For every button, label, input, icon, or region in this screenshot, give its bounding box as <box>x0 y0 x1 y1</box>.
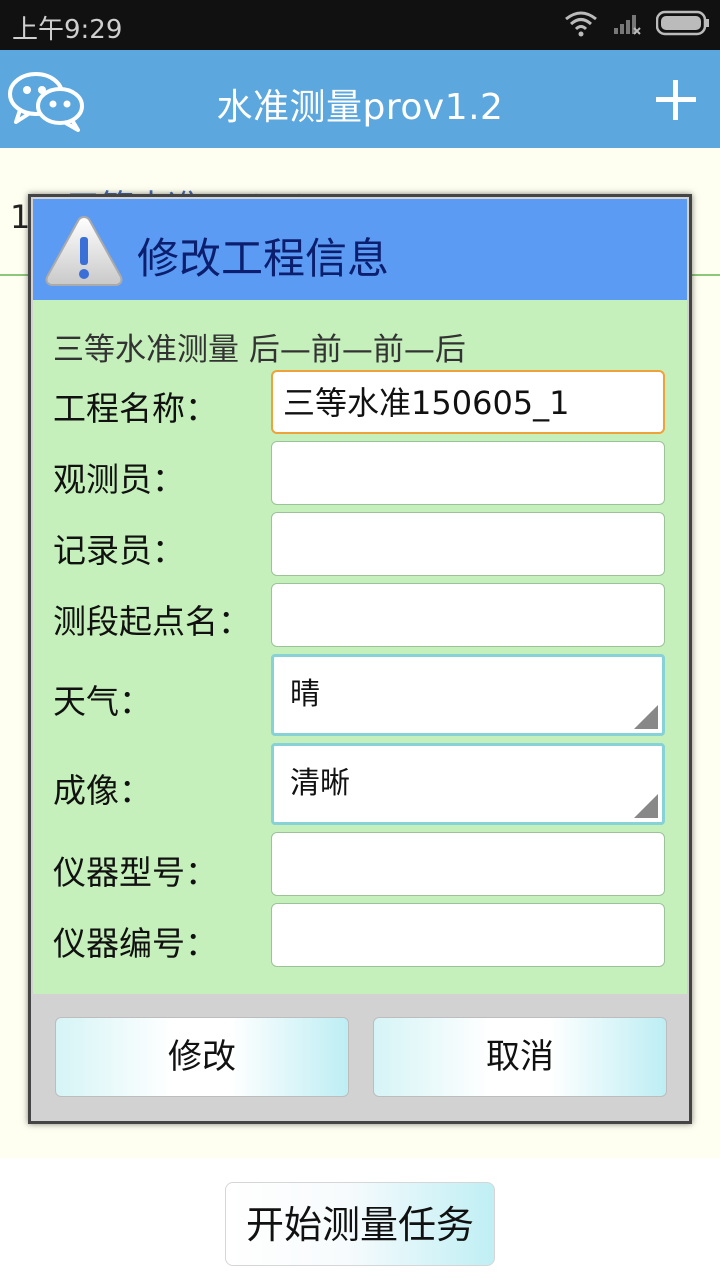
instrument-model-label: 仪器型号： <box>53 853 218 892</box>
dialog-body: 三等水准测量 后—前—前—后 工程名称： 三等水准150605_1 观测员： 记… <box>33 300 687 994</box>
imaging-label: 成像： <box>53 771 152 810</box>
instrument-number-label: 仪器编号： <box>53 924 218 963</box>
weather-value: 晴 <box>290 677 320 712</box>
recorder-label: 记录员： <box>53 531 185 570</box>
weather-label: 天气： <box>53 682 152 721</box>
signal-icon <box>612 10 642 40</box>
wifi-icon <box>564 9 598 41</box>
warning-icon <box>43 213 125 289</box>
edit-project-dialog: 修改工程信息 三等水准测量 后—前—前—后 工程名称： 三等水准150605_1… <box>28 194 692 1124</box>
dropdown-arrow-icon <box>634 794 658 818</box>
project-name-label: 工程名称： <box>53 389 218 428</box>
dialog-header: 修改工程信息 <box>33 199 687 300</box>
status-bar: 上午9:29 <box>0 0 720 50</box>
imaging-spinner[interactable]: 清晰 <box>271 743 665 825</box>
start-task-button[interactable]: 开始测量任务 <box>225 1182 495 1266</box>
instrument-model-input[interactable] <box>271 832 665 896</box>
imaging-value: 清晰 <box>290 766 350 801</box>
plus-icon[interactable] <box>654 78 698 122</box>
dropdown-arrow-icon <box>634 705 658 729</box>
cancel-button[interactable]: 取消 <box>373 1017 667 1097</box>
dialog-subtitle: 三等水准测量 后—前—前—后 <box>53 332 466 368</box>
start-point-input[interactable] <box>271 583 665 647</box>
dialog-title: 修改工程信息 <box>137 234 390 283</box>
app-bar: 水准测量prov1.2 <box>0 50 720 148</box>
observer-label: 观测员： <box>53 460 185 499</box>
weather-spinner[interactable]: 晴 <box>271 654 665 736</box>
status-time: 上午9:29 <box>12 15 123 45</box>
observer-input[interactable] <box>271 441 665 505</box>
status-icons <box>564 8 710 42</box>
start-point-label: 测段起点名： <box>53 602 251 641</box>
project-name-input[interactable]: 三等水准150605_1 <box>271 370 665 434</box>
instrument-number-input[interactable] <box>271 903 665 967</box>
recorder-input[interactable] <box>271 512 665 576</box>
app-title: 水准测量prov1.2 <box>216 87 504 128</box>
battery-icon <box>655 10 710 40</box>
modify-button[interactable]: 修改 <box>55 1017 349 1097</box>
